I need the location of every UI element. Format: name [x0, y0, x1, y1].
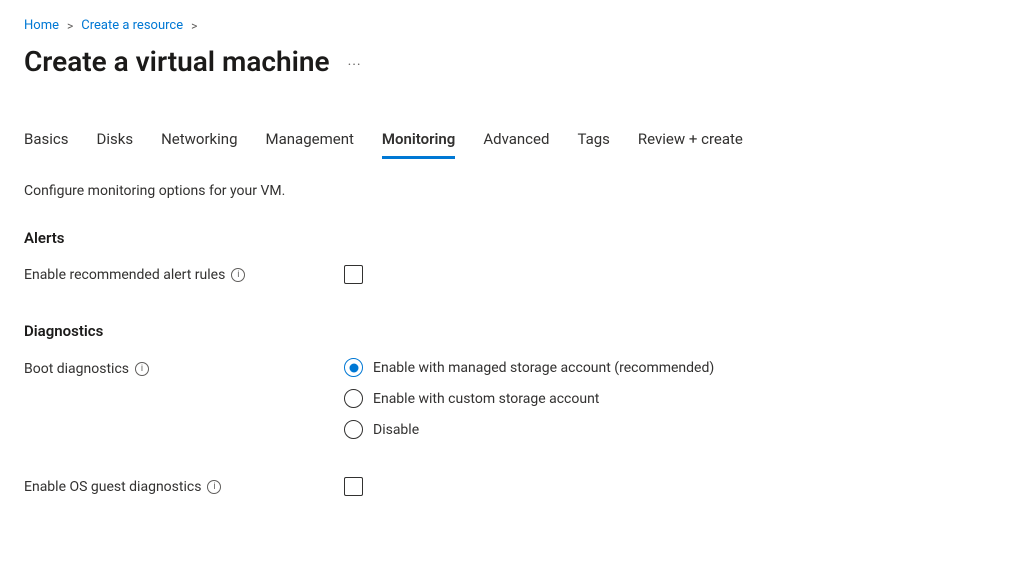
tab-advanced[interactable]: Advanced: [483, 128, 549, 159]
boot-diagnostics-radio-group: Enable with managed storage account (rec…: [344, 358, 1001, 439]
radio-icon: [344, 389, 363, 408]
tab-disks[interactable]: Disks: [97, 128, 134, 159]
radio-label: Disable: [373, 422, 419, 438]
breadcrumb-create-resource[interactable]: Create a resource: [81, 18, 183, 33]
info-icon[interactable]: i: [135, 362, 149, 376]
tab-management[interactable]: Management: [266, 128, 354, 159]
tabs: Basics Disks Networking Management Monit…: [24, 128, 1001, 159]
field-enable-recommended-alerts: Enable recommended alert rules i: [24, 265, 1001, 288]
tab-description: Configure monitoring options for your VM…: [24, 183, 1001, 199]
breadcrumb-home[interactable]: Home: [24, 18, 59, 33]
tab-review-create[interactable]: Review + create: [638, 128, 743, 159]
field-boot-diagnostics: Boot diagnostics i Enable with managed s…: [24, 358, 1001, 439]
section-diagnostics: Diagnostics Boot diagnostics i Enable wi…: [24, 322, 1001, 500]
title-row: Create a virtual machine ···: [24, 45, 1001, 78]
enable-recommended-alerts-checkbox[interactable]: [344, 265, 363, 284]
breadcrumb-separator: >: [67, 19, 73, 33]
os-guest-diagnostics-control: [344, 477, 1001, 500]
breadcrumb: Home > Create a resource >: [24, 18, 1001, 33]
boot-option-managed[interactable]: Enable with managed storage account (rec…: [344, 358, 1001, 377]
tab-basics[interactable]: Basics: [24, 128, 69, 159]
radio-icon: [344, 358, 363, 377]
field-os-guest-diagnostics: Enable OS guest diagnostics i: [24, 477, 1001, 500]
radio-label: Enable with managed storage account (rec…: [373, 360, 714, 376]
radio-icon: [344, 420, 363, 439]
os-guest-diagnostics-checkbox[interactable]: [344, 477, 363, 496]
boot-option-custom[interactable]: Enable with custom storage account: [344, 389, 1001, 408]
boot-option-disable[interactable]: Disable: [344, 420, 1001, 439]
boot-diagnostics-label: Boot diagnostics i: [24, 358, 344, 377]
more-actions-button[interactable]: ···: [348, 51, 362, 73]
diagnostics-heading: Diagnostics: [24, 322, 1001, 340]
tab-networking[interactable]: Networking: [161, 128, 237, 159]
boot-diagnostics-control: Enable with managed storage account (rec…: [344, 358, 1001, 439]
page-title: Create a virtual machine: [24, 45, 330, 78]
info-icon[interactable]: i: [231, 268, 245, 282]
os-guest-diagnostics-label: Enable OS guest diagnostics i: [24, 477, 344, 495]
section-alerts: Alerts Enable recommended alert rules i: [24, 229, 1001, 288]
enable-recommended-alerts-label: Enable recommended alert rules i: [24, 265, 344, 283]
info-icon[interactable]: i: [207, 480, 221, 494]
label-text: Enable OS guest diagnostics: [24, 479, 201, 495]
tab-tags[interactable]: Tags: [577, 128, 609, 159]
enable-recommended-alerts-control: [344, 265, 1001, 288]
label-text: Boot diagnostics: [24, 361, 129, 377]
breadcrumb-separator: >: [191, 19, 197, 33]
radio-label: Enable with custom storage account: [373, 391, 599, 407]
tab-monitoring[interactable]: Monitoring: [382, 128, 455, 159]
label-text: Enable recommended alert rules: [24, 267, 225, 283]
alerts-heading: Alerts: [24, 229, 1001, 247]
